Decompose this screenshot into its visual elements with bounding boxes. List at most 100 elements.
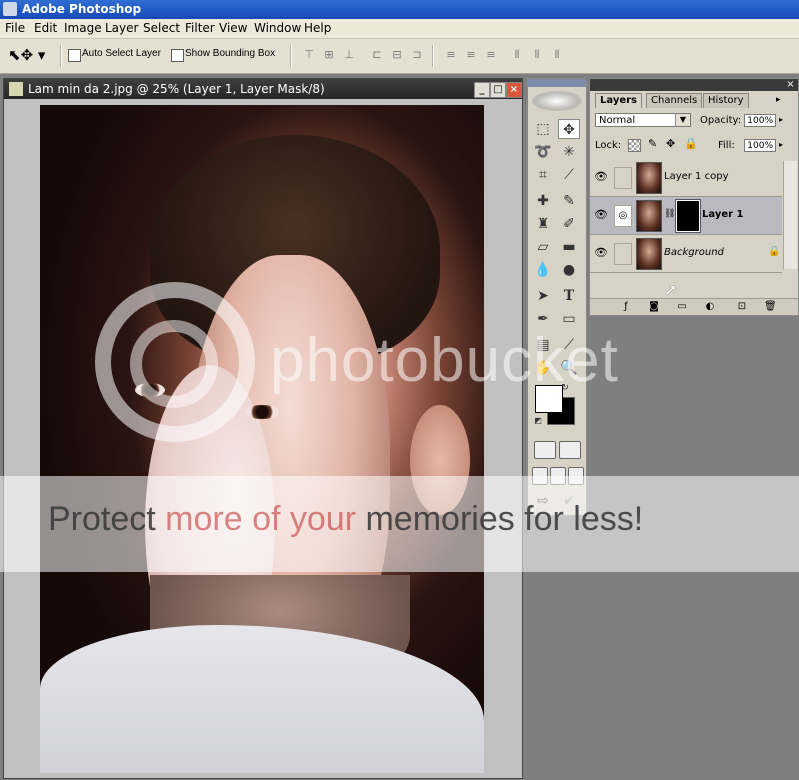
portrait-image[interactable]: [40, 105, 484, 773]
watermark-text-part1: Protect: [48, 500, 166, 538]
align-right-icon[interactable]: ⊐: [408, 47, 426, 63]
new-group-icon[interactable]: ▭: [676, 301, 688, 313]
healing-brush-icon[interactable]: ✚: [532, 191, 554, 211]
minimize-button[interactable]: _: [474, 82, 490, 98]
toolbox-header[interactable]: [528, 79, 586, 87]
align-bottom-icon[interactable]: ⊥: [340, 47, 358, 63]
eye-icon[interactable]: 👁: [592, 168, 610, 186]
auto-select-layer-checkbox[interactable]: [68, 49, 81, 62]
quick-mask-mode-icon[interactable]: [559, 441, 581, 459]
app-title-bar: Adobe Photoshop: [0, 0, 799, 19]
lock-position-icon[interactable]: ✥: [666, 137, 675, 150]
layer-row[interactable]: 👁 Background 🔒: [590, 235, 782, 273]
eraser-tool-icon[interactable]: ▱: [532, 237, 554, 257]
new-layer-icon[interactable]: ⊡: [736, 301, 748, 313]
layer-row-selected[interactable]: 👁 ◎ ⛓ Layer 1: [590, 197, 782, 235]
palette-close-icon[interactable]: ×: [785, 79, 796, 90]
default-colors-icon[interactable]: ◩: [532, 415, 544, 427]
menu-select[interactable]: Select: [143, 21, 180, 35]
dodge-tool-icon[interactable]: ●: [558, 260, 580, 280]
move-tool-icon[interactable]: ✥: [558, 119, 580, 139]
type-tool-icon[interactable]: T: [558, 286, 580, 306]
menu-edit[interactable]: Edit: [34, 21, 57, 35]
align-horizontal-center-icon[interactable]: ⊟: [388, 47, 406, 63]
slice-tool-icon[interactable]: ⟋: [558, 165, 580, 185]
layer-thumbnail: [636, 200, 662, 232]
add-mask-icon[interactable]: ◙: [648, 301, 660, 313]
distribute-bottom-icon[interactable]: ≡: [482, 47, 500, 63]
chevron-down-icon: ▼: [675, 114, 690, 126]
tab-layers[interactable]: Layers: [595, 93, 642, 108]
blur-tool-icon[interactable]: 💧: [532, 260, 554, 280]
opacity-slider-arrow-icon[interactable]: ▸: [779, 115, 783, 124]
shirt: [40, 625, 484, 773]
eye-icon[interactable]: 👁: [592, 244, 610, 262]
menu-window[interactable]: Window: [254, 21, 301, 35]
layer-lock-icon: 🔒: [768, 246, 781, 257]
distribute-center-icon[interactable]: ≡: [462, 47, 480, 63]
history-brush-icon[interactable]: ✐: [558, 214, 580, 234]
show-bounding-box-checkbox[interactable]: [171, 49, 184, 62]
mask-link-icon[interactable]: ⛓: [664, 209, 675, 219]
lasso-tool-icon[interactable]: ➰: [532, 142, 554, 162]
auto-select-layer-label: Auto Select Layer: [82, 48, 161, 59]
document-title-bar[interactable]: Lam min da 2.jpg @ 25% (Layer 1, Layer M…: [4, 79, 522, 99]
delete-layer-icon[interactable]: 🗑: [764, 301, 777, 313]
layer-link-box[interactable]: [614, 243, 632, 265]
fill-slider-arrow-icon[interactable]: ▸: [779, 140, 783, 149]
distribute-top-icon[interactable]: ≡: [442, 47, 460, 63]
layer-style-icon[interactable]: ƒ: [620, 301, 632, 313]
menu-help[interactable]: Help: [304, 21, 331, 35]
maximize-button[interactable]: □: [490, 82, 506, 98]
divider: [60, 45, 62, 67]
menu-layer[interactable]: Layer: [105, 21, 138, 35]
layer-row[interactable]: 👁 Layer 1 copy: [590, 159, 782, 197]
lock-pixels-icon[interactable]: ✎: [648, 137, 657, 150]
menu-image[interactable]: Image: [64, 21, 102, 35]
fill-input[interactable]: 100%: [744, 139, 776, 152]
palette-menu-icon[interactable]: ▸: [776, 95, 781, 105]
menu-filter[interactable]: Filter: [185, 21, 215, 35]
opacity-input[interactable]: 100%: [744, 114, 776, 127]
adjustment-layer-icon[interactable]: ◐: [704, 301, 716, 313]
eye-icon[interactable]: 👁: [592, 206, 610, 224]
tab-channels[interactable]: Channels: [646, 93, 703, 108]
feather-logo[interactable]: [532, 91, 582, 111]
menu-file[interactable]: File: [5, 21, 25, 35]
canvas-area[interactable]: [4, 99, 522, 778]
clone-stamp-icon[interactable]: ♜: [532, 214, 554, 234]
watermark-text: Protect more of your memories for less!: [48, 500, 643, 539]
photobucket-logo-ring-inner: [130, 320, 218, 408]
magic-wand-icon[interactable]: ✳: [558, 142, 580, 162]
opacity-label: Opacity:: [700, 115, 742, 126]
distribute-right-icon[interactable]: ⦀: [548, 47, 566, 63]
document-window: Lam min da 2.jpg @ 25% (Layer 1, Layer M…: [3, 78, 523, 779]
brush-tool-icon[interactable]: ✎: [558, 191, 580, 211]
menu-bar: File Edit Image Layer Select Filter View…: [0, 19, 799, 39]
gradient-tool-icon[interactable]: ▬: [558, 237, 580, 257]
lock-transparency-icon[interactable]: [628, 139, 641, 152]
align-vertical-center-icon[interactable]: ⊞: [320, 47, 338, 63]
palette-footer: ƒ ◙ ▭ ◐ ⊡ 🗑: [590, 298, 798, 315]
layer-mask-indicator-icon[interactable]: ◎: [614, 205, 632, 227]
crop-tool-icon[interactable]: ⌗: [532, 165, 554, 185]
show-bounding-box-label: Show Bounding Box: [185, 48, 276, 59]
palette-header[interactable]: [590, 79, 798, 91]
tab-history[interactable]: History: [703, 93, 749, 108]
close-button[interactable]: ×: [506, 82, 522, 98]
distribute-hcenter-icon[interactable]: ⦀: [528, 47, 546, 63]
align-left-icon[interactable]: ⊏: [368, 47, 386, 63]
move-tool-preset-icon[interactable]: ⬉✥ ▾: [8, 44, 52, 66]
blend-mode-select[interactable]: Normal ▼: [595, 113, 691, 127]
distribute-left-icon[interactable]: ⦀: [508, 47, 526, 63]
layers-scrollbar[interactable]: [783, 161, 797, 269]
layer-mask-thumbnail[interactable]: [675, 199, 701, 233]
path-selection-icon[interactable]: ➤: [532, 286, 554, 306]
lock-all-icon[interactable]: 🔒: [684, 137, 698, 150]
align-top-icon[interactable]: ⊤: [300, 47, 318, 63]
layer-link-box[interactable]: [614, 167, 632, 189]
layer-name: Layer 1 copy: [664, 171, 729, 182]
menu-view[interactable]: View: [219, 21, 247, 35]
marquee-tool-icon[interactable]: ⬚: [532, 119, 554, 139]
standard-mode-icon[interactable]: [534, 441, 556, 459]
